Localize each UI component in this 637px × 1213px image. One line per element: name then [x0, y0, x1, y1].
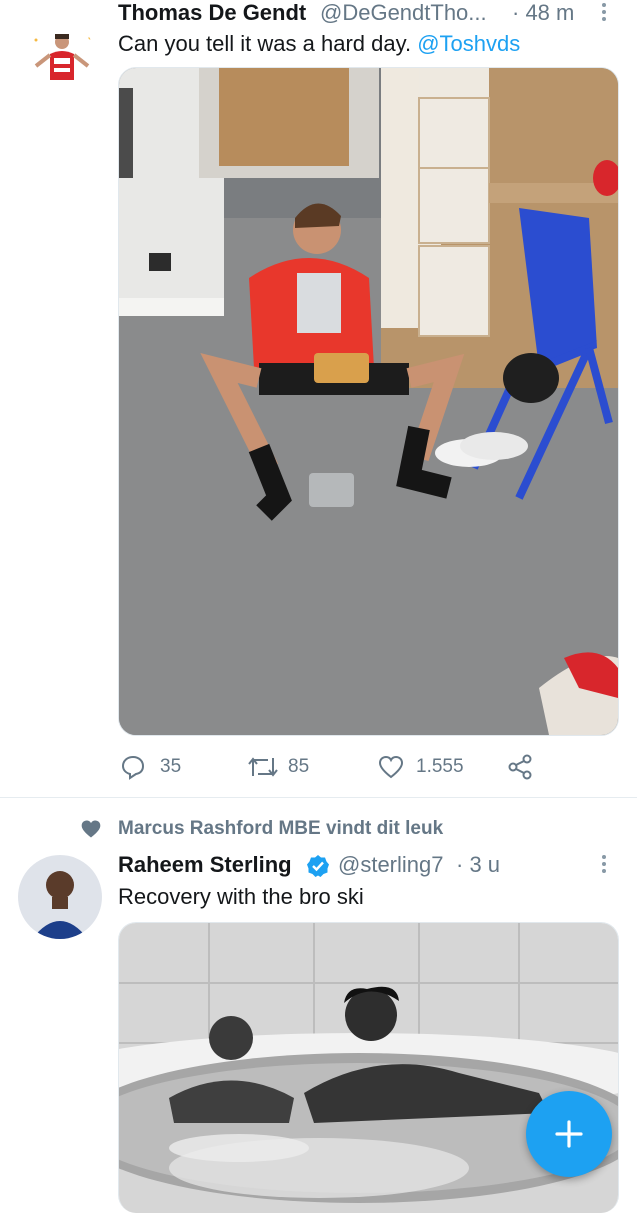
heart-filled-icon — [80, 818, 102, 840]
tweet-time: · 48 m — [512, 0, 575, 25]
more-icon[interactable] — [597, 2, 611, 22]
share-icon[interactable] — [507, 754, 533, 780]
reply-count: 35 — [160, 756, 182, 777]
tweet-text-body: Can you tell it was a hard day. — [118, 31, 418, 56]
tweet-text: Can you tell it was a hard day. @Toshvds — [118, 31, 520, 57]
tweet-time: · 3 u — [456, 852, 501, 877]
social-context[interactable]: Marcus Rashford MBE vindt dit leuk — [118, 818, 443, 840]
retweet-icon[interactable] — [246, 754, 280, 780]
avatar-raheem-sterling[interactable] — [18, 855, 102, 939]
photo-rider-on-floor — [119, 68, 618, 735]
compose-tweet-button[interactable] — [526, 1091, 612, 1177]
like-icon[interactable] — [378, 754, 404, 780]
tweet-image[interactable] — [118, 67, 619, 736]
author-name[interactable]: Raheem Sterling — [118, 852, 292, 878]
mention-link[interactable]: @Toshvds — [417, 31, 520, 56]
avatar-thomas-de-gendt[interactable] — [30, 22, 94, 86]
author-handle[interactable]: @DeGendtTho... — [320, 0, 487, 26]
author-handle[interactable]: @sterling7 — [338, 852, 444, 878]
tweet-divider — [0, 797, 637, 798]
verified-icon — [306, 854, 330, 878]
more-icon[interactable] — [597, 854, 611, 876]
author-name[interactable]: Thomas De Gendt — [118, 0, 306, 26]
plus-icon — [555, 1120, 583, 1148]
reply-icon[interactable] — [120, 754, 146, 780]
like-count: 1.555 — [416, 756, 464, 777]
photo-ice-bath — [119, 923, 618, 1213]
retweet-count: 85 — [288, 756, 310, 777]
tweet-text: Recovery with the bro ski — [118, 884, 364, 909]
